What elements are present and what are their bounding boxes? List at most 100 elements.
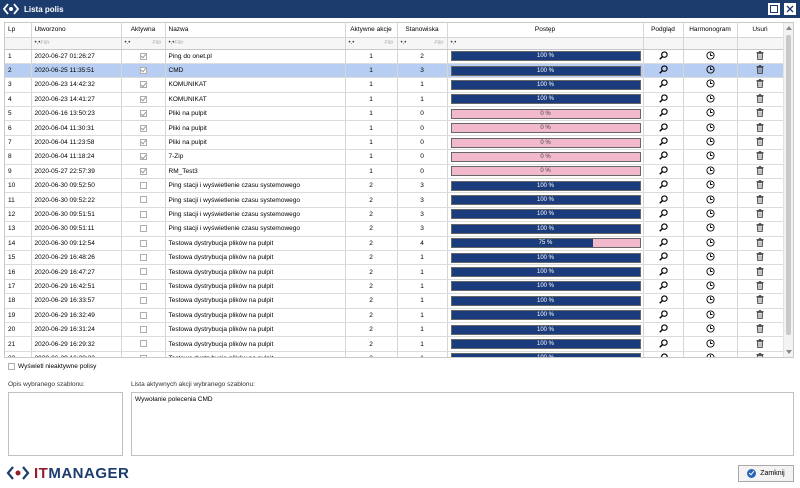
- clock-icon[interactable]: [705, 310, 715, 321]
- trash-icon[interactable]: [756, 50, 764, 62]
- close-button[interactable]: Zamknij: [738, 465, 794, 482]
- col-header-preview[interactable]: Podgląd: [643, 23, 684, 38]
- table-row[interactable]: 17 2020-06-29 16:42:51 Testowa dystrybucja…: [5, 279, 784, 295]
- table-row[interactable]: 4 2020-06-23 14:41:27 KOMUNIKAT 1 1 100 %: [5, 92, 784, 108]
- col-header-actions[interactable]: Aktywne akcje: [345, 23, 398, 38]
- clock-icon[interactable]: [705, 223, 715, 234]
- trash-icon[interactable]: [756, 237, 764, 249]
- trash-icon[interactable]: [756, 137, 764, 148]
- clock-icon[interactable]: [705, 123, 715, 134]
- trash-icon[interactable]: [756, 79, 764, 90]
- table-row[interactable]: 15 2020-06-29 16:48:26 Testowa dystrybucja…: [5, 250, 784, 266]
- clock-icon[interactable]: [705, 252, 715, 263]
- actions-list-box[interactable]: Wywołanie polecenia CMD: [131, 392, 794, 456]
- filter-name[interactable]: •.• Filtr: [165, 37, 346, 50]
- table-row[interactable]: 3 2020-06-23 14:42:32 KOMUNIKAT 1 1 100 %: [5, 77, 784, 93]
- clock-icon[interactable]: [705, 108, 715, 119]
- scroll-thumb[interactable]: [786, 35, 791, 335]
- col-header-stations[interactable]: Stanowiska: [397, 23, 448, 38]
- table-row[interactable]: 9 2020-05-27 22:57:39 RM_Test3 1 0 0 %: [5, 164, 784, 180]
- table-row[interactable]: 222020-06-29 16:28:23 Testowa dystrybucja…: [5, 351, 784, 357]
- magnifier-icon[interactable]: [658, 94, 668, 105]
- table-row[interactable]: 10 2020-06-30 09:52:50 Ping stacji i wyświ…: [5, 178, 784, 194]
- table-row[interactable]: 5 2020-06-16 13:50:23 Pliki na pulpit 1 0 0 %: [5, 106, 784, 122]
- col-header-progress[interactable]: Postęp: [447, 23, 644, 38]
- col-header-active[interactable]: Aktywna: [121, 23, 166, 38]
- magnifier-icon[interactable]: [658, 281, 668, 292]
- show-inactive-toggle[interactable]: Wyświetl nieaktywne polisy: [8, 363, 96, 370]
- trash-icon[interactable]: [756, 295, 764, 306]
- table-row[interactable]: 6 2020-06-04 11:30:31 Pliki na pulpit 1 0 0 %: [5, 120, 784, 136]
- filter-created[interactable]: •.• Filtr: [31, 37, 122, 50]
- trash-icon[interactable]: [756, 65, 764, 76]
- table-row[interactable]: 14 2020-06-30 09:12:54 Testowa dystrybucja…: [5, 236, 784, 251]
- table-row[interactable]: 21 2020-06-29 16:29:32 Testowa dystrybucja…: [5, 336, 784, 352]
- trash-icon[interactable]: [756, 108, 764, 119]
- table-row[interactable]: 7 2020-06-04 11:23:58 Pliki na pulpit 1 0 0 %: [5, 135, 784, 151]
- table-row[interactable]: 2 2020-06-25 11:35:51 CMD 1 3 100 %: [5, 63, 784, 79]
- trash-icon[interactable]: [756, 266, 764, 278]
- magnifier-icon[interactable]: [658, 338, 668, 350]
- clock-icon[interactable]: [705, 209, 715, 220]
- magnifier-icon[interactable]: [658, 252, 668, 263]
- col-header-lp[interactable]: Lp: [5, 23, 32, 38]
- table-row[interactable]: 20 2020-06-29 16:31:24 Testowa dystrybucja…: [5, 322, 784, 338]
- magnifier-icon[interactable]: [658, 151, 668, 162]
- trash-icon[interactable]: [756, 94, 764, 105]
- trash-icon[interactable]: [756, 353, 764, 357]
- table-row[interactable]: 18 2020-06-29 16:33:57 Testowa dystrybucja…: [5, 293, 784, 309]
- scroll-up-arrow-icon[interactable]: [786, 26, 792, 30]
- magnifier-icon[interactable]: [658, 310, 668, 321]
- magnifier-icon[interactable]: [658, 209, 668, 220]
- table-row[interactable]: 8 2020-06-04 11:18:24 7-Zip 1 0 0 %: [5, 149, 784, 165]
- col-header-created[interactable]: Utworzono: [31, 23, 122, 38]
- trash-icon[interactable]: [756, 194, 764, 206]
- col-header-name[interactable]: Nazwa: [165, 23, 346, 38]
- clock-icon[interactable]: [705, 266, 715, 278]
- description-box[interactable]: [8, 392, 123, 456]
- magnifier-icon[interactable]: [658, 324, 668, 335]
- scroll-down-arrow-icon[interactable]: [786, 350, 792, 354]
- clock-icon[interactable]: [705, 353, 715, 357]
- filter-progress[interactable]: •.•: [447, 37, 644, 50]
- filter-active[interactable]: •.• Filtr: [121, 37, 166, 50]
- trash-icon[interactable]: [756, 252, 764, 263]
- magnifier-icon[interactable]: [658, 79, 668, 90]
- trash-icon[interactable]: [756, 338, 764, 350]
- trash-icon[interactable]: [756, 151, 764, 162]
- trash-icon[interactable]: [756, 223, 764, 234]
- table-row[interactable]: 13 2020-06-30 09:51:11 Ping stacji i wyświ…: [5, 221, 784, 237]
- vertical-scrollbar[interactable]: [783, 23, 793, 357]
- magnifier-icon[interactable]: [658, 223, 668, 234]
- magnifier-icon[interactable]: [658, 180, 668, 191]
- clock-icon[interactable]: [705, 79, 715, 90]
- actions-list-item[interactable]: Wywołanie polecenia CMD: [135, 396, 790, 403]
- clock-icon[interactable]: [705, 281, 715, 292]
- clock-icon[interactable]: [705, 195, 715, 206]
- magnifier-icon[interactable]: [659, 353, 668, 357]
- clock-icon[interactable]: [705, 137, 715, 148]
- clock-icon[interactable]: [705, 65, 715, 76]
- magnifier-icon[interactable]: [658, 238, 668, 249]
- trash-icon[interactable]: [756, 180, 764, 191]
- trash-icon[interactable]: [756, 324, 764, 335]
- magnifier-icon[interactable]: [658, 51, 668, 62]
- show-inactive-checkbox[interactable]: [8, 363, 15, 370]
- trash-icon[interactable]: [756, 281, 764, 292]
- clock-icon[interactable]: [705, 324, 715, 335]
- table-row[interactable]: 19 2020-06-29 16:32:49 Testowa dystrybucja…: [5, 308, 784, 323]
- clock-icon[interactable]: [705, 94, 715, 105]
- close-window-button[interactable]: [784, 3, 796, 15]
- table-row[interactable]: 16 2020-06-29 16:47:27 Testowa dystrybucja…: [5, 264, 784, 280]
- col-header-schedule[interactable]: Harmonogram: [683, 23, 738, 38]
- magnifier-icon[interactable]: [658, 194, 668, 206]
- magnifier-icon[interactable]: [658, 295, 668, 306]
- table-row[interactable]: 1 2020-06-27 01:26:27 Ping do onet.pl 1 2 100…: [5, 49, 784, 64]
- clock-icon[interactable]: [705, 180, 715, 191]
- trash-icon[interactable]: [756, 166, 764, 177]
- magnifier-icon[interactable]: [658, 123, 668, 134]
- clock-icon[interactable]: [705, 238, 715, 249]
- magnifier-icon[interactable]: [658, 108, 668, 119]
- filter-actions[interactable]: •.• Filtr: [345, 37, 398, 50]
- table-row[interactable]: 12 2020-06-30 09:51:51 Ping stacji i wyświ…: [5, 207, 784, 223]
